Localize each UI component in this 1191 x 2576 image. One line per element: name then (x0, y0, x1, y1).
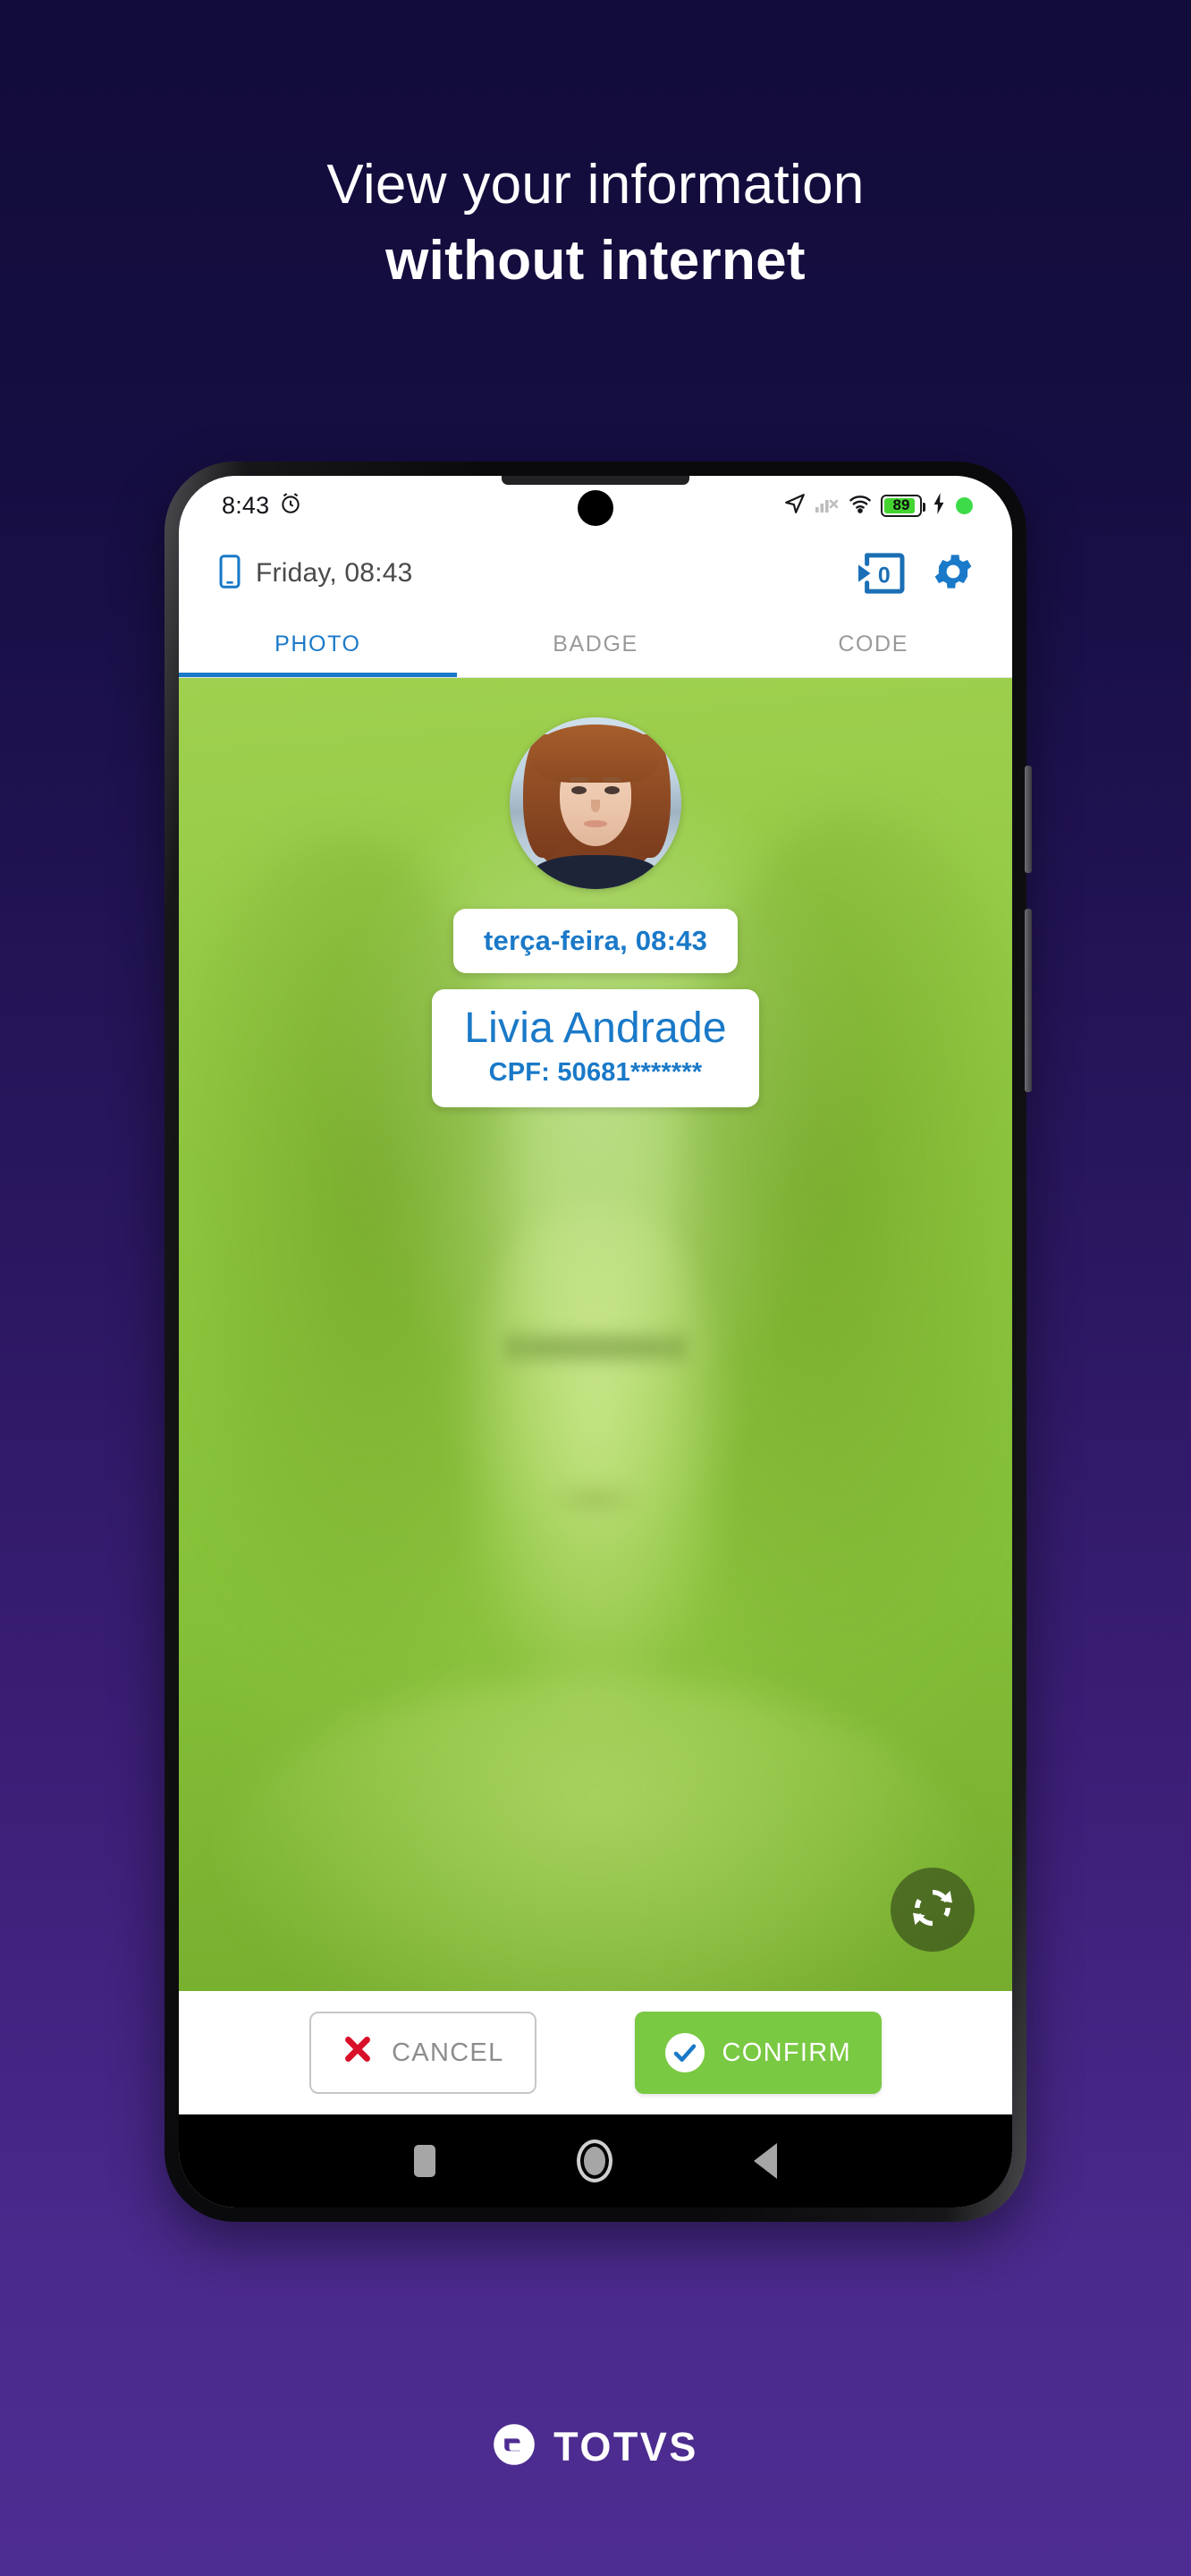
phone-volume-button[interactable] (1025, 766, 1032, 873)
confirm-button[interactable]: CONFIRM (634, 2012, 882, 2094)
identity-cards: terça-feira, 08:43 Livia Andrade CPF: 50… (179, 909, 1012, 1107)
promo-headline: View your information without internet (0, 152, 1191, 293)
cancel-button[interactable]: CANCEL (309, 2012, 536, 2094)
android-nav-bar (179, 2114, 1012, 2207)
brand-footer: TOTVS (0, 2423, 1191, 2470)
flip-camera-icon (905, 1880, 960, 1940)
location-arrow-icon (783, 492, 807, 520)
earpiece-speaker (502, 476, 689, 485)
status-bar-time: 8:43 (222, 491, 270, 519)
blue-check-icon (664, 2033, 705, 2072)
green-status-dot (956, 496, 973, 514)
battery-percent-label: 89 (892, 496, 910, 513)
signal-no-service-icon (815, 492, 840, 520)
home-circle-icon[interactable] (577, 2140, 612, 2182)
brand-name: TOTVS (553, 2423, 698, 2470)
employee-name: Livia Andrade (464, 1004, 727, 1052)
pending-records-icon[interactable]: 0 (855, 552, 907, 595)
phone-power-button[interactable] (1025, 909, 1032, 1092)
phone-mockup: 8:43 89 Friday, 08:43 0 PHOTO BADGE CODE… (165, 462, 1032, 2222)
date-card: terça-feira, 08:43 (452, 909, 739, 973)
recents-square-icon[interactable] (414, 2145, 435, 2177)
tab-photo[interactable]: PHOTO (179, 612, 457, 677)
front-camera-punch-hole (578, 490, 613, 526)
identity-card: Livia Andrade CPF: 50681******* (432, 989, 759, 1107)
tab-bar: PHOTO BADGE CODE (179, 612, 1012, 678)
charging-bolt-icon (930, 492, 948, 520)
flip-camera-button[interactable] (891, 1868, 975, 1952)
app-header-title: Friday, 08:43 (256, 558, 413, 588)
phone-screen: 8:43 89 Friday, 08:43 0 PHOTO BADGE CODE… (179, 476, 1012, 2207)
tab-code[interactable]: CODE (734, 612, 1012, 677)
wifi-icon (848, 492, 873, 520)
headline-line-2: without internet (385, 230, 806, 292)
headline-line-1: View your information (326, 154, 865, 216)
battery-indicator: 89 (881, 494, 925, 517)
back-triangle-icon[interactable] (754, 2143, 777, 2179)
app-header: Friday, 08:43 0 (179, 535, 1012, 612)
totvs-logo-icon (493, 2423, 536, 2470)
employee-cpf: CPF: 50681******* (488, 1057, 703, 1087)
user-avatar-photo (510, 717, 681, 889)
mobile-device-icon (218, 554, 241, 593)
confirm-button-label: CONFIRM (722, 2038, 851, 2067)
camera-preview[interactable]: terça-feira, 08:43 Livia Andrade CPF: 50… (179, 678, 1012, 1991)
pending-records-count: 0 (878, 564, 891, 589)
alarm-icon (279, 492, 302, 520)
gear-icon[interactable] (930, 548, 976, 599)
avatar (510, 717, 681, 889)
action-bar: CANCEL CONFIRM (179, 1991, 1012, 2114)
tab-badge[interactable]: BADGE (457, 612, 735, 677)
tab-active-indicator (179, 673, 457, 677)
red-x-icon (342, 2033, 374, 2072)
cancel-button-label: CANCEL (392, 2038, 504, 2067)
